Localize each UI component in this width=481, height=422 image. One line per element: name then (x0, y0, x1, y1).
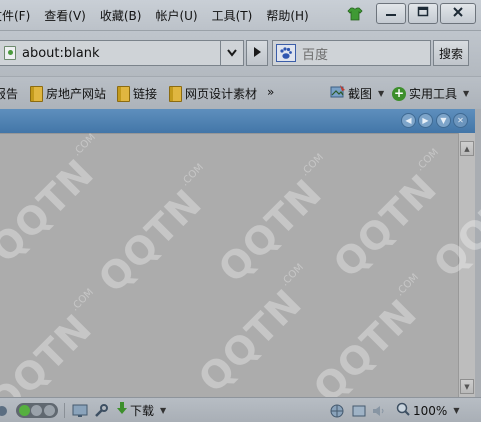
minimize-icon (385, 6, 397, 21)
wrench-icon[interactable] (94, 398, 108, 422)
address-dropdown-button[interactable] (220, 41, 242, 65)
bookmark-item[interactable]: 链接 (117, 77, 157, 110)
chevron-down-icon (226, 46, 237, 60)
address-bar[interactable]: about:blank (0, 40, 244, 66)
bookmarks-more-button[interactable]: » (267, 85, 274, 99)
chevron-down-icon: ▼ (160, 406, 167, 415)
toggle-switch[interactable] (16, 398, 58, 422)
scroll-up-icon[interactable]: ▲ (460, 141, 474, 156)
menu-account[interactable]: 帐户(U) (155, 7, 197, 24)
maximize-button[interactable] (408, 3, 438, 24)
scroll-down-icon[interactable]: ▼ (460, 379, 474, 394)
screenshot-button[interactable]: 截图 ▼ (330, 77, 384, 110)
close-button[interactable] (440, 3, 476, 24)
chevron-down-icon[interactable]: ▼ (436, 113, 451, 128)
zoom-level: 100% (413, 403, 448, 418)
bookmark-label: 报告 (0, 87, 19, 101)
speaker-icon[interactable] (372, 398, 386, 422)
window-border (475, 109, 481, 422)
maximize-icon (417, 6, 429, 21)
back-icon[interactable]: ◀ (401, 113, 416, 128)
screenshot-label: 截图 (348, 87, 373, 101)
page-icon (4, 46, 16, 60)
menu-help[interactable]: 帮助(H) (266, 7, 308, 24)
bookmark-item[interactable]: 报告 (0, 77, 18, 110)
address-url[interactable]: about:blank (22, 46, 100, 61)
close-panel-icon[interactable]: ✕ (453, 113, 468, 128)
chevron-down-icon: ▼ (463, 89, 470, 98)
bookmarks-bar: 报告 房地产网站 链接 网页设计素材 » 截图 ▼ + 实用工具 ▼ (0, 76, 481, 109)
chevron-down-icon: ▼ (453, 406, 460, 415)
image-icon[interactable] (352, 398, 366, 422)
tools-label: 实用工具 (409, 87, 458, 101)
search-box[interactable]: 百度 (272, 40, 431, 66)
screen-icon[interactable] (72, 398, 88, 422)
bookmark-item[interactable]: 房地产网站 (30, 77, 106, 110)
search-input[interactable]: 百度 (302, 44, 328, 63)
panel-header-strip: ◀ ▶ ▼ ✕ (0, 109, 481, 133)
magnifier-icon (396, 402, 410, 419)
go-button[interactable] (246, 40, 268, 66)
forward-icon[interactable]: ▶ (418, 113, 433, 128)
baidu-paw-icon[interactable] (276, 44, 296, 62)
folder-icon (169, 85, 182, 102)
screenshot-icon (330, 85, 346, 102)
network-icon[interactable] (329, 398, 345, 422)
status-bar: 下载 ▼ 100% ▼ (0, 397, 481, 422)
menu-file[interactable]: 文件(F) (0, 7, 30, 24)
menu-favorites[interactable]: 收藏(B) (100, 7, 142, 24)
bookmark-item[interactable]: 网页设计素材 (169, 77, 257, 110)
download-label: 下载 (130, 404, 155, 418)
close-icon (452, 6, 464, 21)
bookmark-label: 链接 (133, 87, 158, 101)
download-button[interactable]: 下载 ▼ (116, 398, 166, 422)
search-button[interactable]: 搜索 (433, 40, 469, 66)
navigation-bar: about:blank 百度 搜索 (0, 30, 481, 76)
bookmark-label: 房地产网站 (46, 87, 107, 101)
chevron-down-icon: ▼ (378, 89, 385, 98)
vertical-scrollbar[interactable]: ▲ ▼ (458, 133, 475, 397)
menu-bar: 文件(F) 查看(V) 收藏(B) 帐户(U) 工具(T) 帮助(H) (0, 0, 481, 30)
tools-button[interactable]: + 实用工具 ▼ (392, 77, 469, 110)
download-arrow-icon (116, 402, 128, 419)
menu-view[interactable]: 查看(V) (44, 7, 86, 24)
menu-tools[interactable]: 工具(T) (212, 7, 253, 24)
play-arrow-icon (253, 46, 261, 60)
status-icon[interactable] (0, 398, 8, 422)
page-content[interactable] (0, 133, 458, 397)
tshirt-icon[interactable] (347, 7, 363, 24)
plus-circle-icon: + (392, 85, 406, 101)
minimize-button[interactable] (376, 3, 406, 24)
folder-icon (117, 85, 130, 102)
bookmark-label: 网页设计素材 (185, 87, 258, 101)
divider (64, 403, 65, 418)
zoom-control[interactable]: 100% ▼ (396, 398, 459, 422)
folder-icon (30, 85, 43, 102)
